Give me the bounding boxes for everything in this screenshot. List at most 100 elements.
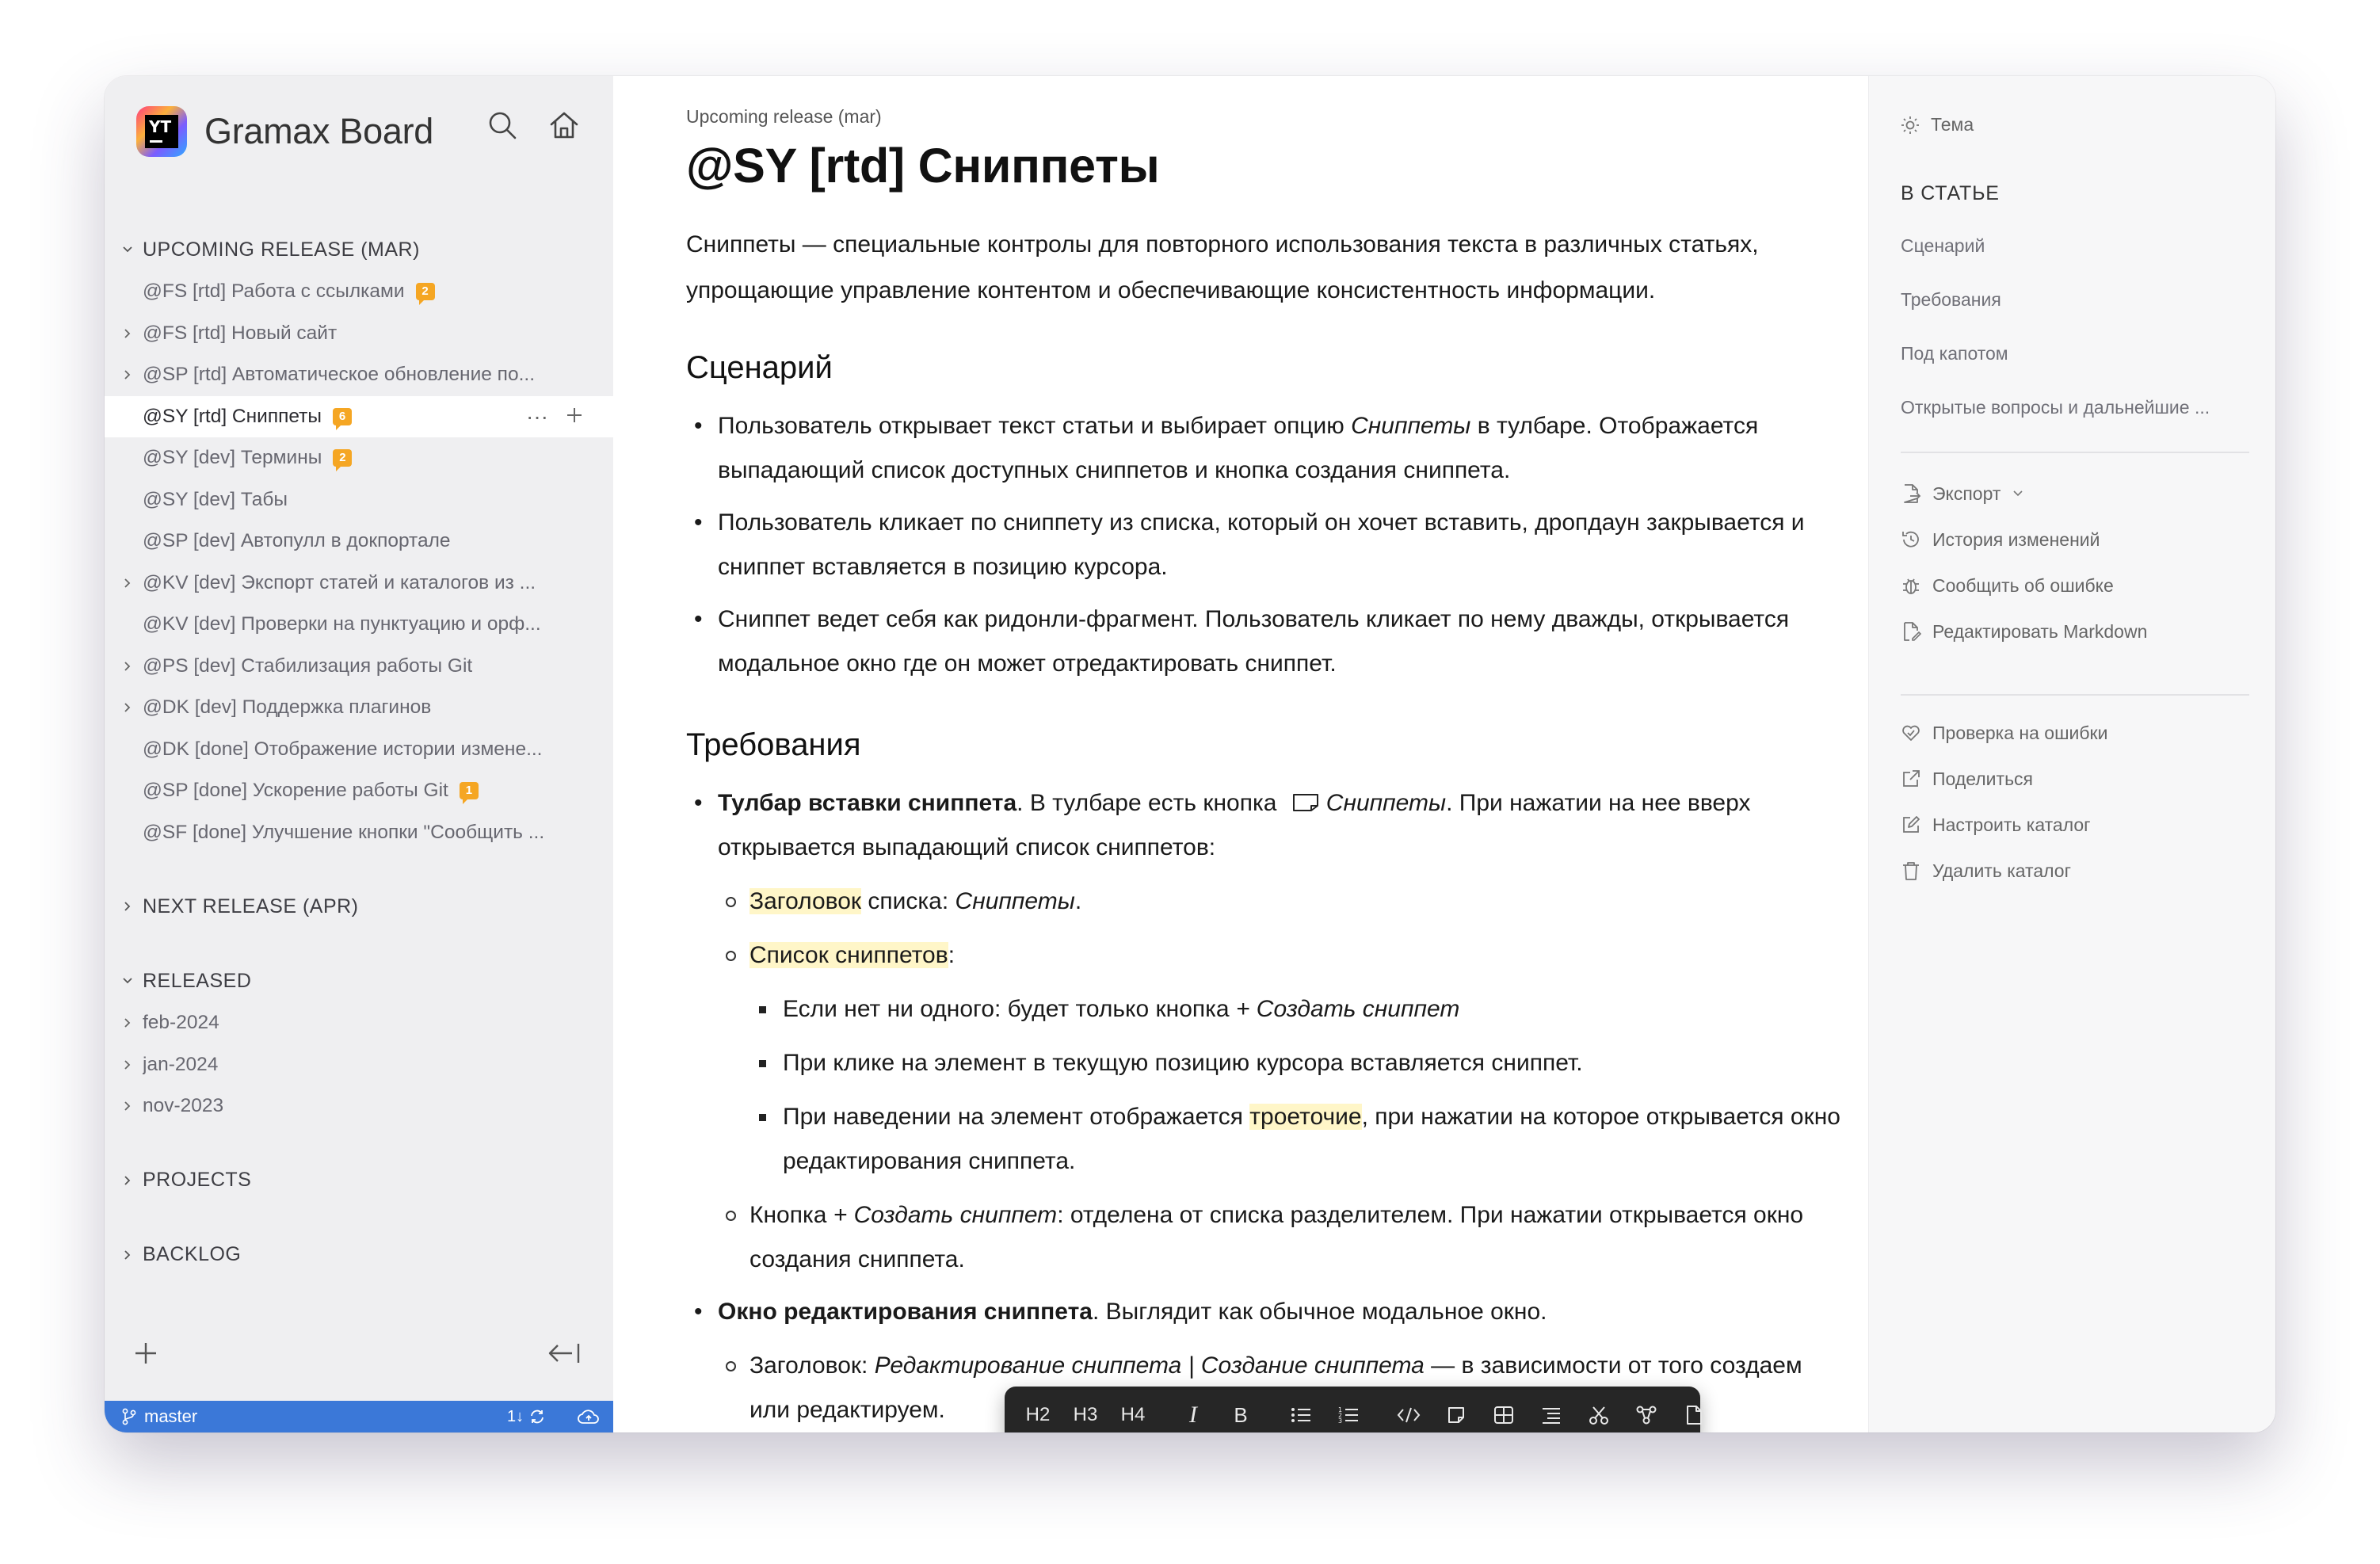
search-button[interactable] [483,106,521,144]
nav-item[interactable]: @FS [rtd] Работа с ссылками 2 [105,271,613,313]
list-item[interactable]: При клике на элемент в текущую позицию к… [749,1041,1843,1085]
nav-section-backlog[interactable]: BACKLOG [105,1234,613,1276]
right-panel: Тема В СТАТЬЕ Сценарий Требования Под ка… [1868,76,2275,1432]
heading-requirements[interactable]: Требования [686,723,1843,767]
add-child-icon[interactable] [566,404,583,429]
nav-item-label: @SY [dev] Термины [143,447,322,469]
nav-item[interactable]: @KV [dev] Проверки на пунктуацию и орф..… [105,604,613,646]
history-button[interactable]: История изменений [1901,517,2265,563]
edit-markdown-button[interactable]: Редактировать Markdown [1901,608,2265,654]
list-item[interactable]: Заголовок списка: Сниппеты. [718,879,1843,924]
logo-text: YT [145,115,178,148]
nav-item-label: @DK [done] Отображение истории измене... [143,738,543,760]
nav-item[interactable]: @SP [dev] Автопулл в докпортале [105,521,613,563]
delete-catalog-button[interactable]: Удалить каталог [1901,848,2265,894]
history-icon [1902,531,1919,547]
breadcrumb[interactable]: Upcoming release (mar) [686,106,1843,130]
nav-item[interactable]: @SP [done] Ускорение работы Git 1 [105,770,613,812]
ordered-list-button[interactable]: 123 [1325,1387,1372,1432]
comment-count-badge: 1 [459,782,479,805]
home-button[interactable] [545,106,583,144]
nav-section-title: NEXT RELEASE (APR) [143,895,359,917]
nav-item[interactable]: @SY [dev] Табы [105,479,613,521]
chevron-right-icon [119,577,136,589]
add-article-button[interactable] [132,1339,160,1371]
catalog-title: Gramax Board [204,111,434,151]
nav-item[interactable]: @DK [dev] Поддержка плагинов [105,687,613,729]
note-button[interactable] [1432,1387,1480,1432]
toc-item[interactable]: Под капотом [1901,339,2249,393]
nav-item[interactable]: @SF [done] Улучшение кнопки "Сообщить ..… [105,812,613,854]
list-item[interactable]: Пользователь кликает по сниппету из спис… [686,501,1843,589]
list-item[interactable]: Кнопка + Создать сниппет: отделена от сп… [718,1193,1843,1282]
nav-item[interactable]: feb-2024 [105,1002,613,1044]
nav-item[interactable]: jan-2024 [105,1044,613,1086]
heading-2-button[interactable]: H2 [1014,1387,1062,1432]
report-bug-button[interactable]: Сообщить об ошибке [1901,563,2265,608]
bold-button[interactable]: B [1217,1387,1264,1432]
list-item[interactable]: Пользователь открывает текст статьи и вы… [686,404,1843,493]
divider [1901,694,2249,696]
export-button[interactable]: Экспорт [1901,471,2265,517]
scenario-list: Пользователь открывает текст статьи и вы… [686,404,1843,686]
heading-3-button[interactable]: H3 [1062,1387,1109,1432]
diagram-button[interactable] [1623,1387,1670,1432]
share-button[interactable]: Поделиться [1901,756,2265,802]
file-button[interactable] [1670,1387,1718,1432]
toc-item[interactable]: Открытые вопросы и дальнейшие ... [1901,393,2249,447]
theme-toggle[interactable]: Тема [1901,114,1974,135]
branch-selector[interactable]: master [122,1406,197,1427]
toc-item[interactable]: Сценарий [1901,231,2249,285]
italic-button[interactable]: I [1169,1387,1217,1432]
list-item[interactable]: Тулбар вставки сниппета. В тулбаре есть … [686,781,1843,1282]
article-actions: Экспорт История изменений Сообщить об ош… [1901,471,2265,654]
code-button[interactable] [1385,1387,1432,1432]
list-item[interactable]: При наведении на элемент отображается тр… [749,1095,1843,1184]
share-icon [1903,770,1920,787]
cut-button[interactable] [1575,1387,1623,1432]
publish-button[interactable] [577,1401,601,1432]
list-item[interactable]: Если нет ни одного: будет только кнопка … [749,987,1843,1032]
nav-item[interactable]: @SY [dev] Термины 2 [105,437,613,479]
sync-button[interactable]: 1↓ [507,1401,546,1432]
chevron-down-icon [119,975,136,987]
nav-item[interactable]: @PS [dev] Стабилизация работы Git [105,646,613,688]
page-title[interactable]: @SY [rtd] Сниппеты [686,138,1843,193]
article-intro[interactable]: Сниппеты — специальные контролы для повт… [686,222,1843,314]
nav-section-upcoming[interactable]: UPCOMING RELEASE (MAR) [105,228,613,271]
sidebar: YT Gramax Board UPCOMING RELEASE (MAR) @… [105,76,614,1432]
bullet-list-button[interactable] [1277,1387,1325,1432]
sun-icon [1901,116,1919,134]
nav-item-active[interactable]: @SY [rtd] Сниппеты 6 ··· [105,395,613,437]
brand[interactable]: YT Gramax Board [136,100,433,163]
indent-button[interactable] [1528,1387,1575,1432]
nav-section-released[interactable]: RELEASED [105,959,613,1002]
file-icon [1687,1406,1702,1425]
heading-scenario[interactable]: Сценарий [686,345,1843,390]
nav-item[interactable]: @FS [rtd] Новый сайт [105,313,613,355]
spellcheck-button[interactable]: Проверка на ошибки [1901,710,2265,756]
more-options-icon[interactable]: ··· [526,404,548,429]
nav-item[interactable]: nov-2023 [105,1085,613,1127]
configure-catalog-button[interactable]: Настроить каталог [1901,802,2265,848]
heading-4-button[interactable]: H4 [1109,1387,1157,1432]
status-bar: master 1↓ [105,1401,613,1432]
chevron-right-icon [119,1249,136,1261]
list-item[interactable]: Список сниппетов: Если нет ни одного: бу… [718,933,1843,1184]
collapse-sidebar-button[interactable] [547,1341,582,1370]
heart-check-icon [1902,725,1920,741]
catalog-logo: YT [136,106,187,157]
note-icon [1448,1407,1464,1423]
nav-item[interactable]: @DK [done] Отображение истории измене... [105,729,613,771]
nav-section-title: BACKLOG [143,1243,242,1265]
scissors-icon [1589,1406,1608,1425]
nav-item[interactable]: @KV [dev] Экспорт статей и каталогов из … [105,563,613,605]
list-item[interactable]: Сниппет ведет себя как ридонли-фрагмент.… [686,597,1843,686]
nav-section-projects[interactable]: PROJECTS [105,1159,613,1202]
nav-item[interactable]: @SP [rtd] Автоматическое обновление по..… [105,354,613,396]
toc-item[interactable]: Требования [1901,285,2249,339]
branch-name: master [144,1406,198,1426]
nav-item-label: @SP [rtd] Автоматическое обновление по..… [143,364,536,386]
nav-section-next-release[interactable]: NEXT RELEASE (APR) [105,885,613,928]
table-button[interactable] [1480,1387,1528,1432]
